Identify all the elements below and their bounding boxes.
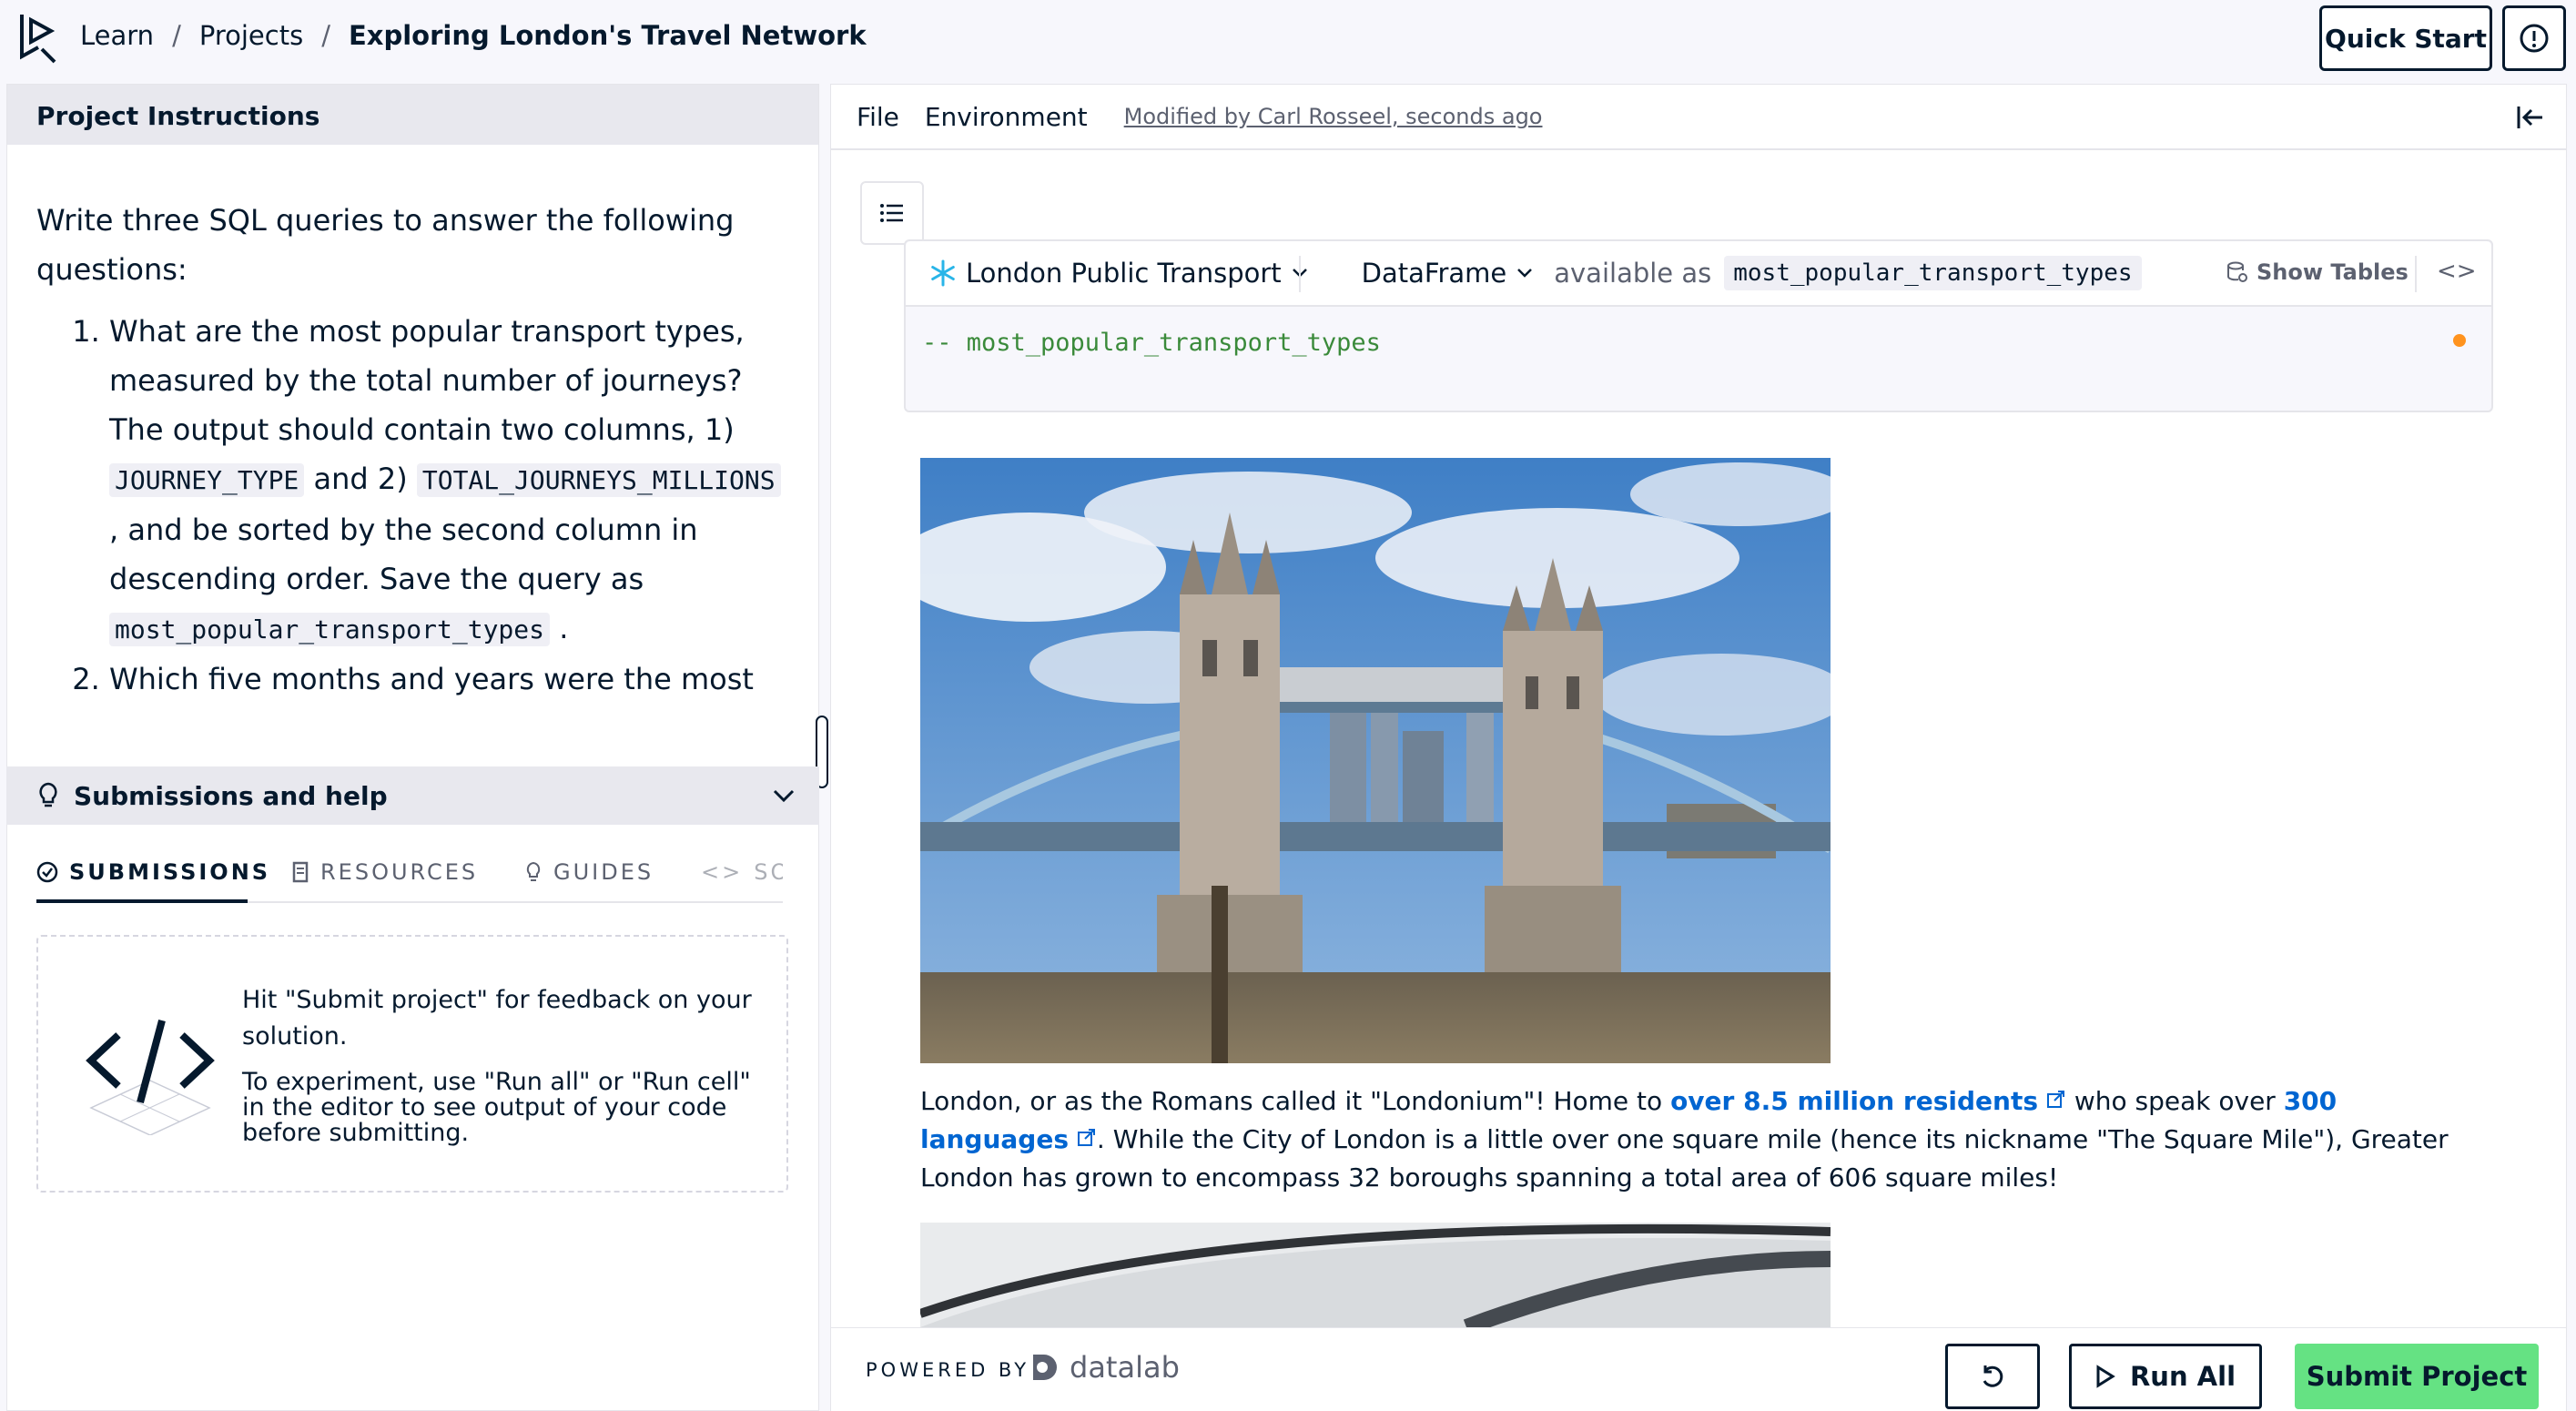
sql-cell-toolbar: London Public Transport DataFrame availa… — [906, 241, 2491, 307]
hint-experiment: To experiment, use "Run all" or "Run cel… — [242, 1068, 751, 1147]
sql-editor[interactable]: -- most_popular_transport_types — [922, 329, 1381, 357]
undo-icon — [1983, 1365, 2003, 1387]
external-link-icon[interactable] — [1077, 1128, 1097, 1148]
residents-link[interactable]: over 8.5 million residents — [1670, 1086, 2038, 1116]
tab-solution[interactable]: <> SOLUTION — [701, 859, 783, 885]
submit-project-button[interactable]: Submit Project — [2295, 1344, 2539, 1409]
alert-circle-icon — [2520, 24, 2549, 53]
instructions-intro: Write three SQL queries to answer the fo… — [36, 203, 735, 287]
show-tables-button[interactable]: Show Tables — [2226, 259, 2409, 285]
tab-label: GUIDES — [553, 859, 654, 885]
database-icon — [2227, 261, 2247, 282]
datacamp-logo-icon[interactable] — [16, 11, 62, 64]
tower-bridge-illustration — [920, 458, 1831, 1063]
tab-submissions[interactable]: SUBMISSIONS — [36, 859, 270, 885]
collapse-panel-icon[interactable] — [2511, 101, 2548, 134]
underground-tunnel-image — [920, 1223, 1831, 1327]
submissions-title: Submissions and help — [74, 780, 388, 811]
question-1-text: What are the most popular transport type… — [109, 314, 745, 447]
tab-resources[interactable]: RESOURCES — [291, 859, 478, 885]
intro-paragraph: London, or as the Romans called it "Lond… — [920, 1082, 2468, 1197]
datalab-wordmark: datalab — [1070, 1350, 1180, 1385]
modified-status[interactable]: Modified by Carl Rosseel, seconds ago — [1124, 104, 1543, 129]
output-type-dropdown[interactable]: DataFrame — [1362, 258, 1535, 289]
play-icon — [2096, 1365, 2115, 1388]
toolbar-divider — [2415, 256, 2417, 292]
instructions-body[interactable]: Write three SQL queries to answer the fo… — [7, 145, 818, 829]
editor-footer: POWERED BY datalab Run All Submit Projec… — [831, 1327, 2566, 1411]
inline-code: TOTAL_JOURNEYS_MILLIONS — [416, 463, 781, 497]
powered-by-label: POWERED BY — [866, 1359, 1030, 1381]
top-bar: Learn / Projects / Exploring London's Tr… — [0, 0, 2576, 76]
unsaved-indicator — [2453, 334, 2466, 347]
inline-code: JOURNEY_TYPE — [109, 463, 305, 497]
code-icon: <> — [701, 859, 744, 885]
paragraph-text: London, or as the Romans called it "Lond… — [920, 1086, 1671, 1116]
menu-file[interactable]: File — [857, 102, 899, 132]
tab-guides[interactable]: GUIDES — [524, 859, 654, 885]
datalab-logo[interactable]: datalab — [1029, 1350, 1180, 1385]
breadcrumb-learn[interactable]: Learn — [80, 20, 154, 51]
toolbar-divider — [1299, 256, 1301, 292]
hint-submit: Hit "Submit project" for feedback on you… — [242, 986, 752, 1051]
tab-label: SUBMISSIONS — [69, 859, 271, 885]
breadcrumb-current: Exploring London's Travel Network — [348, 20, 867, 51]
feedback-button[interactable] — [2502, 5, 2566, 71]
reset-button[interactable] — [1945, 1344, 2040, 1409]
submissions-header[interactable]: Submissions and help — [6, 766, 819, 825]
check-circle-icon — [36, 861, 58, 883]
breadcrumb-projects[interactable]: Projects — [199, 20, 303, 51]
tab-label: SOLUTION — [754, 859, 783, 885]
instructions-panel: Project Instructions Write three SQL que… — [6, 84, 819, 1411]
output-type-label: DataFrame — [1361, 258, 1507, 289]
help-tabs: SUBMISSIONS RESOURCES GUIDES <> SOLUTION — [36, 847, 783, 905]
active-tab-indicator — [36, 899, 248, 903]
inline-code: most_popular_transport_types — [109, 613, 551, 646]
tunnel-illustration — [920, 1223, 1831, 1327]
question-2: Which five months and years were the mos… — [109, 655, 789, 704]
datasource-label: London Public Transport — [966, 258, 1282, 289]
run-all-button[interactable]: Run All — [2069, 1344, 2262, 1409]
snowflake-icon — [931, 259, 955, 287]
question-1-text: and 2) — [313, 462, 408, 496]
datasource-dropdown[interactable]: London Public Transport — [929, 258, 1309, 289]
table-of-contents-button[interactable] — [860, 181, 924, 245]
question-1-text: . — [559, 611, 569, 645]
list-icon — [880, 204, 903, 222]
code-view-icon[interactable]: <> — [2437, 258, 2477, 285]
dataframe-variable-name[interactable]: most_popular_transport_types — [1724, 256, 2142, 290]
submission-hint-box: Hit "Submit project" for feedback on you… — [36, 935, 788, 1193]
breadcrumb-separator: / — [321, 20, 330, 51]
lightbulb-icon — [526, 861, 541, 881]
code-brackets-icon — [86, 1019, 215, 1135]
datalab-logo-icon — [1033, 1355, 1057, 1380]
editor-panel: File Environment Modified by Carl Rossee… — [830, 84, 2567, 1411]
editor-menubar: File Environment Modified by Carl Rossee… — [831, 85, 2566, 150]
paragraph-text: . While the City of London is a little o… — [920, 1124, 2449, 1193]
breadcrumb-separator: / — [172, 20, 181, 51]
lightbulb-icon — [39, 782, 57, 807]
question-1: What are the most popular transport type… — [109, 307, 789, 655]
show-tables-label: Show Tables — [2257, 259, 2409, 285]
question-list: What are the most popular transport type… — [36, 307, 789, 704]
sql-cell[interactable]: London Public Transport DataFrame availa… — [904, 239, 2493, 412]
breadcrumb: Learn / Projects / Exploring London's Tr… — [80, 20, 867, 51]
chevron-down-icon — [1517, 269, 1533, 278]
available-as-label: available as — [1554, 258, 1712, 289]
paragraph-text: who speak over — [2065, 1086, 2284, 1116]
run-all-label: Run All — [2129, 1361, 2236, 1392]
quick-start-button[interactable]: Quick Start — [2319, 5, 2492, 71]
tower-bridge-image — [920, 458, 1831, 1063]
instructions-title: Project Instructions — [7, 85, 818, 145]
tab-label: RESOURCES — [320, 859, 479, 885]
external-link-icon[interactable] — [2046, 1090, 2066, 1110]
menu-environment[interactable]: Environment — [925, 102, 1088, 132]
question-1-text: , and be sorted by the second column in … — [109, 513, 698, 596]
document-icon — [292, 861, 309, 883]
chevron-down-icon[interactable] — [771, 787, 796, 805]
